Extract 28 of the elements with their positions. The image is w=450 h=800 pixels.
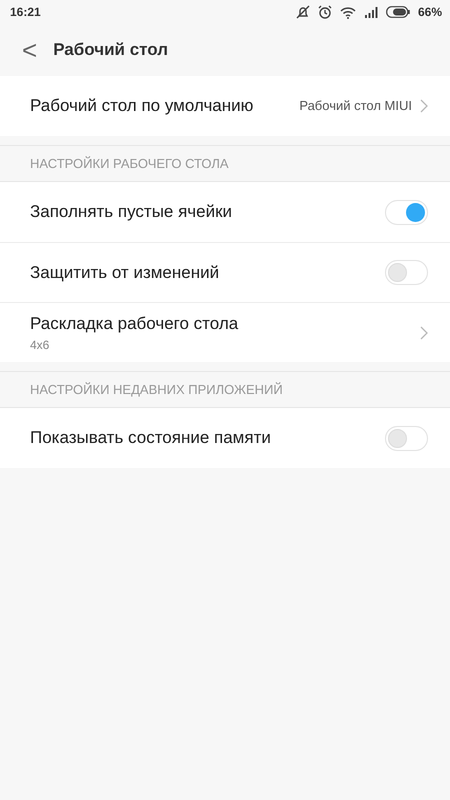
settings-row[interactable]: Заполнять пустые ячейки <box>0 182 450 242</box>
alarm-icon <box>318 5 332 19</box>
signal-icon <box>364 6 378 18</box>
toggle-switch[interactable] <box>385 260 428 285</box>
settings-row[interactable]: Защитить от изменений <box>0 242 450 302</box>
back-button[interactable]: < <box>16 37 44 63</box>
toggle-switch[interactable] <box>385 200 428 224</box>
row-label: Заполнять пустые ячейки <box>30 201 232 224</box>
row-label: Защитить от изменений <box>30 262 220 284</box>
bell-off-icon <box>296 5 310 19</box>
row-label: Показывать состояние памяти <box>30 427 271 450</box>
row-label: Рабочий стол по умолчанию <box>30 95 254 118</box>
screen-title: Рабочий стол <box>53 39 168 62</box>
battery-percent: 66% <box>418 4 442 21</box>
wifi-icon <box>340 6 356 18</box>
chevron-right-icon <box>420 326 428 340</box>
settings-row[interactable]: Показывать состояние памяти <box>0 408 450 468</box>
row-label: Раскладка рабочего стола <box>30 312 238 335</box>
section-header: НАСТРОЙКИ РАБОЧЕГО СТОЛА <box>30 154 229 173</box>
settings-row[interactable]: Раскладка рабочего стола 4x6 <box>0 302 450 362</box>
section-header: НАСТРОЙКИ НЕДАВНИХ ПРИЛОЖЕНИЙ <box>30 380 283 399</box>
status-time: 16:21 <box>10 4 41 21</box>
chevron-right-icon <box>420 99 428 113</box>
row-subtitle: 4x6 <box>30 337 50 354</box>
row-value: Рабочий стол MIUI <box>299 97 412 116</box>
toggle-switch[interactable] <box>385 426 428 450</box>
settings-row[interactable]: Рабочий стол по умолчанию Рабочий стол MIUI <box>0 76 450 136</box>
battery-icon <box>386 6 410 18</box>
